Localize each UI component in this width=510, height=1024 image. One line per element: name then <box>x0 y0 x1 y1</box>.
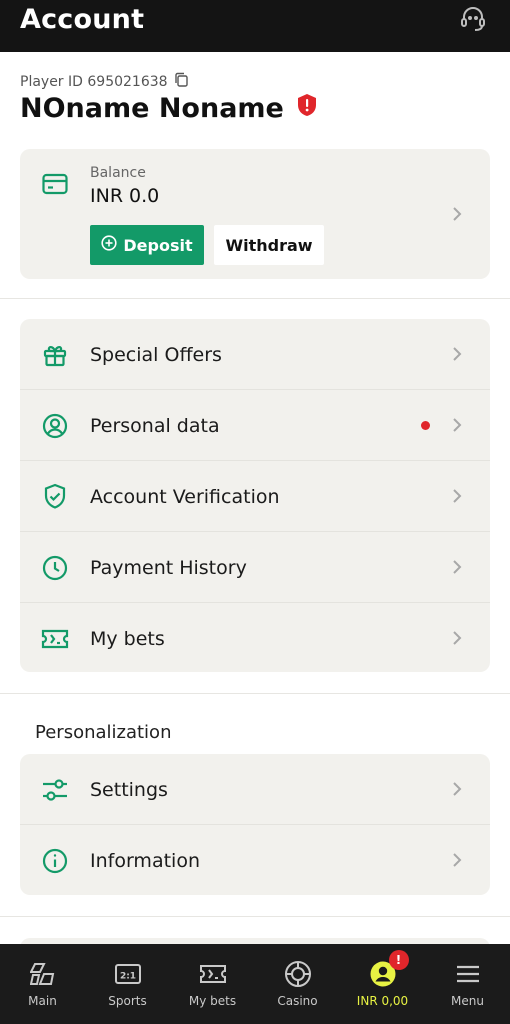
personalization-menu: Settings Information <box>20 754 490 895</box>
player-name: NOname Noname <box>20 93 318 124</box>
nav-main[interactable]: Main <box>0 944 85 1024</box>
nav-sports[interactable]: 2:1 Sports <box>85 944 170 1024</box>
menu-item-information[interactable]: Information <box>20 825 490 896</box>
user-circle-icon <box>41 412 69 440</box>
player-id-text: Player ID 695021638 <box>20 74 168 90</box>
alert-badge: ! <box>388 950 409 970</box>
nav-label: Sports <box>108 994 147 1008</box>
nav-account-balance[interactable]: ! INR 0,00 <box>340 944 425 1024</box>
divider <box>0 916 510 917</box>
plus-circle-icon <box>101 235 117 255</box>
menu-item-my-bets[interactable]: My bets <box>20 603 490 674</box>
wallet-icon <box>42 173 68 199</box>
player-id: Player ID 695021638 <box>20 72 189 92</box>
deposit-button[interactable]: Deposit <box>90 225 204 265</box>
nav-label: INR 0,00 <box>356 994 409 1008</box>
chevron-right-icon <box>452 781 462 801</box>
info-icon <box>41 847 69 875</box>
balance-card[interactable]: Balance INR 0.0 Deposit Withdraw <box>20 149 490 279</box>
menu-item-special-offers[interactable]: Special Offers <box>20 319 490 390</box>
balance-label: Balance <box>90 165 146 181</box>
shield-alert-icon <box>296 93 318 124</box>
clock-icon <box>41 554 69 582</box>
menu-item-settings[interactable]: Settings <box>20 754 490 825</box>
menu-item-label: Personal data <box>90 414 220 437</box>
player-name-text: NOname Noname <box>20 93 284 124</box>
main-icon <box>29 960 57 988</box>
nav-casino[interactable]: Casino <box>255 944 340 1024</box>
notification-dot <box>421 421 430 430</box>
chevron-right-icon <box>452 488 462 508</box>
menu-item-label: Information <box>90 849 200 872</box>
menu-item-label: Payment History <box>90 556 247 579</box>
menu-item-label: My bets <box>90 627 165 650</box>
menu-item-label: Account Verification <box>90 485 280 508</box>
nav-my-bets[interactable]: My bets <box>170 944 255 1024</box>
nav-label: Casino <box>277 994 318 1008</box>
ticket-icon <box>199 960 227 988</box>
menu-item-personal-data[interactable]: Personal data <box>20 390 490 461</box>
nav-menu[interactable]: Menu <box>425 944 510 1024</box>
copy-icon[interactable] <box>174 72 189 92</box>
balance-value: INR 0.0 <box>90 185 160 207</box>
divider <box>0 298 510 299</box>
sliders-icon <box>41 776 69 804</box>
nav-label: Menu <box>451 994 484 1008</box>
page-title: Account <box>20 3 145 35</box>
chevron-right-icon <box>452 630 462 650</box>
scoreboard-icon: 2:1 <box>114 960 142 988</box>
menu-item-account-verification[interactable]: Account Verification <box>20 461 490 532</box>
bottom-nav: Main 2:1 Sports My bets Casino ! INR 0,0… <box>0 944 510 1024</box>
divider <box>0 693 510 694</box>
account-menu: Special Offers Personal data Account Ver… <box>20 319 490 672</box>
shield-check-icon <box>41 483 69 511</box>
section-title-personalization: Personalization <box>35 722 172 743</box>
headset-icon[interactable] <box>456 2 490 36</box>
hamburger-icon <box>454 960 482 988</box>
chevron-right-icon <box>452 417 462 437</box>
casino-chip-icon <box>284 960 312 988</box>
withdraw-button[interactable]: Withdraw <box>214 225 324 265</box>
chevron-right-icon <box>452 346 462 366</box>
deposit-label: Deposit <box>123 235 193 255</box>
menu-item-payment-history[interactable]: Payment History <box>20 532 490 603</box>
chevron-right-icon <box>452 559 462 579</box>
nav-label: Main <box>28 994 57 1008</box>
ticket-icon <box>41 625 69 653</box>
gift-icon <box>41 341 69 369</box>
menu-item-label: Settings <box>90 778 168 801</box>
menu-item-label: Special Offers <box>90 343 222 366</box>
account-screen: Account Player ID 695021638 NOname Nonam… <box>0 0 510 1024</box>
chevron-right-icon <box>452 852 462 872</box>
nav-label: My bets <box>188 994 237 1008</box>
chevron-right-icon <box>452 206 462 222</box>
svg-text:2:1: 2:1 <box>119 972 135 982</box>
top-bar: Account <box>0 0 510 52</box>
